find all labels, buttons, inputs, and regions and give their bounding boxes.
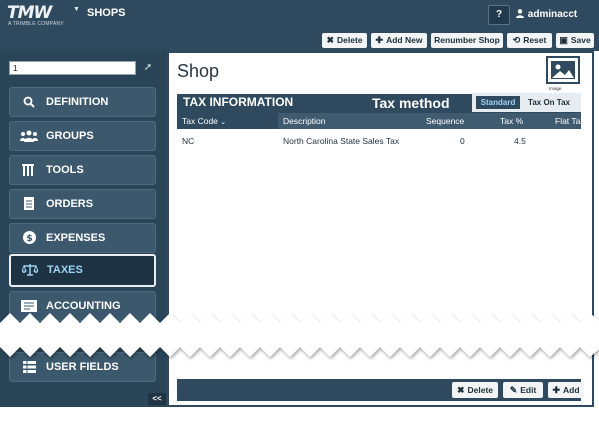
- sidebar-item-label: GROUPS: [46, 130, 94, 142]
- page-title: Shop: [177, 61, 220, 81]
- logo-text: TMW: [7, 3, 52, 23]
- tax-section-title: TAX INFORMATION: [183, 95, 294, 109]
- cell-sequence: 0: [460, 136, 465, 146]
- sidebar-item-label: DEFINITION: [46, 96, 109, 108]
- group-icon: [18, 122, 40, 150]
- sidebar-item-groups[interactable]: GROUPS: [9, 121, 156, 151]
- tax-method-standard-option[interactable]: Standard: [476, 96, 520, 109]
- reset-icon: ⟲: [512, 35, 521, 45]
- sidebar-item-label: ORDERS: [46, 198, 94, 210]
- renumber-shop-button[interactable]: Renumber Shop: [431, 33, 503, 48]
- reset-button[interactable]: ⟲ Reset: [507, 33, 552, 48]
- column-header-sequence[interactable]: Sequence: [426, 113, 464, 129]
- lookup-icon[interactable]: ➚: [139, 60, 157, 76]
- user-name: adminacct: [527, 9, 578, 20]
- help-button[interactable]: ?: [488, 5, 510, 25]
- sidebar-item-label: TAXES: [47, 264, 83, 276]
- sidebar-item-label: EXPENSES: [46, 232, 106, 244]
- user-menu[interactable]: adminacct: [516, 9, 577, 21]
- sidebar-item-definition[interactable]: DEFINITION: [9, 87, 156, 117]
- add-tax-button[interactable]: ✚ Add: [548, 382, 584, 398]
- tax-method-label: Tax method: [372, 95, 450, 111]
- sidebar-item-expenses[interactable]: $ EXPENSES: [9, 223, 156, 253]
- cell-tax-code: NC: [182, 136, 195, 146]
- collapse-sidebar-button[interactable]: <<: [148, 393, 166, 405]
- app-title: SHOPS: [87, 7, 126, 19]
- delete-tax-button[interactable]: ✖ Delete: [452, 382, 498, 398]
- company-logo[interactable]: TMW A TRIMBLE COMPANY: [7, 3, 69, 27]
- column-header-tax-code[interactable]: Tax Code ⌄: [182, 113, 226, 129]
- shop-search-input[interactable]: 1: [9, 61, 136, 75]
- document-icon: [18, 190, 40, 218]
- edit-tax-button[interactable]: ✎ Edit: [503, 382, 543, 398]
- tax-method-tax-on-tax-option[interactable]: Tax On Tax: [521, 96, 577, 109]
- plus-icon: ✚: [552, 385, 560, 395]
- column-header-flat-tax[interactable]: Flat Tax: [555, 113, 585, 129]
- cell-tax-pct: 4.5: [514, 136, 526, 146]
- sidebar-item-taxes[interactable]: TAXES: [9, 254, 156, 287]
- cell-description: North Carolina State Sales Tax: [283, 136, 400, 146]
- tools-icon: [18, 156, 40, 184]
- app-menu-caret-icon[interactable]: ▼: [73, 6, 80, 13]
- plus-icon: ✚: [375, 35, 384, 45]
- save-button[interactable]: ▣ Save: [556, 33, 594, 48]
- torn-edge-overlay: [0, 313, 599, 357]
- tax-method-toggle: Standard Tax On Tax: [472, 93, 581, 112]
- image-icon[interactable]: [546, 56, 580, 84]
- add-new-button[interactable]: ✚ Add New: [371, 33, 427, 48]
- dollar-icon: $: [18, 224, 40, 252]
- save-icon: ▣: [559, 35, 568, 45]
- sort-indicator-icon: ⌄: [220, 119, 227, 126]
- delete-button[interactable]: ✖ Delete: [322, 33, 367, 48]
- search-icon: [18, 88, 40, 116]
- image-label: Image: [549, 86, 562, 91]
- column-header-description[interactable]: Description: [283, 113, 326, 129]
- logo-subtext: A TRIMBLE COMPANY: [8, 21, 64, 27]
- close-icon: ✖: [456, 385, 465, 395]
- column-header-tax-pct[interactable]: Tax %: [500, 113, 523, 129]
- sidebar-item-orders[interactable]: ORDERS: [9, 189, 156, 219]
- user-icon: [516, 9, 525, 21]
- sidebar-item-label: TOOLS: [46, 164, 84, 176]
- svg-text:$: $: [26, 234, 32, 244]
- scale-icon: [19, 256, 41, 284]
- close-icon: ✖: [326, 35, 335, 45]
- sidebar-item-tools[interactable]: TOOLS: [9, 155, 156, 185]
- pencil-icon: ✎: [509, 385, 518, 395]
